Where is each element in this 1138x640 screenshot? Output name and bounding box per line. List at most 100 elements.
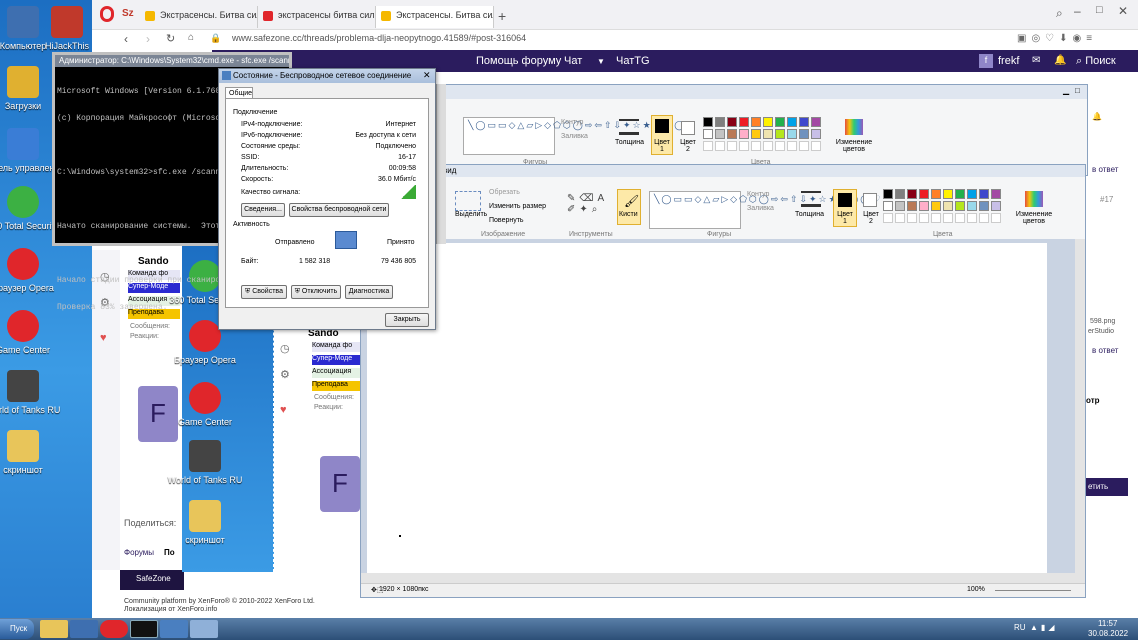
color-swatch[interactable] xyxy=(715,129,725,139)
empty-color-swatch[interactable] xyxy=(955,213,965,223)
color-palette[interactable] xyxy=(703,117,833,153)
color-swatch[interactable] xyxy=(895,201,905,211)
footer-brand[interactable]: SafeZone xyxy=(136,574,171,583)
desktop-icon-screenshot[interactable]: скриншот xyxy=(0,430,66,475)
toolbar-icons[interactable]: ▣◎♡⬇◉≡ xyxy=(1017,33,1097,44)
select-label[interactable]: Выделить xyxy=(455,211,487,218)
new-tab-button[interactable]: + xyxy=(498,8,506,24)
minimize-button[interactable]: ▁ xyxy=(1063,86,1069,95)
select-icon[interactable] xyxy=(455,191,481,211)
empty-color-swatch[interactable] xyxy=(787,141,797,151)
color-swatch[interactable] xyxy=(787,129,797,139)
wireless-properties-button[interactable]: Свойства беспроводной сети xyxy=(289,203,389,217)
chevron-down-icon[interactable]: ▼ xyxy=(597,57,605,66)
empty-color-swatch[interactable] xyxy=(979,213,989,223)
crop-button[interactable]: Обрезать xyxy=(489,189,520,196)
desktop-icon-wot[interactable]: World of Tanks RU xyxy=(0,370,66,415)
edit-colors-label[interactable]: Изменение цветов xyxy=(1011,211,1057,225)
color-swatch[interactable] xyxy=(967,189,977,199)
color-swatch[interactable] xyxy=(799,117,809,127)
color-swatch[interactable] xyxy=(715,117,725,127)
brushes-button[interactable]: 🖌 xyxy=(617,189,641,225)
color2-swatch[interactable] xyxy=(863,193,877,207)
post-number[interactable]: #17 xyxy=(1100,195,1113,204)
tab-3[interactable]: Экстрасенсы. Битва сил xyxy=(376,6,494,28)
thickness-icon[interactable] xyxy=(801,191,821,207)
empty-color-swatch[interactable] xyxy=(775,141,785,151)
color-swatch[interactable] xyxy=(931,189,941,199)
color-swatch[interactable] xyxy=(895,189,905,199)
color-swatch[interactable] xyxy=(763,117,773,127)
horizontal-scrollbar[interactable] xyxy=(361,573,1085,583)
minimize-button[interactable]: – xyxy=(1074,4,1081,18)
disconnect-button[interactable]: ⛨ Отключить xyxy=(291,285,341,299)
color-swatch[interactable] xyxy=(751,117,761,127)
empty-color-swatch[interactable] xyxy=(943,213,953,223)
paint-icon[interactable] xyxy=(190,620,218,638)
empty-color-swatch[interactable] xyxy=(883,213,893,223)
close-button[interactable]: Закрыть xyxy=(385,313,429,327)
color-swatch[interactable] xyxy=(907,189,917,199)
forward-icon[interactable]: › xyxy=(146,32,150,46)
contour-label[interactable]: Контур xyxy=(561,119,583,126)
empty-color-swatch[interactable] xyxy=(739,141,749,151)
vertical-scrollbar[interactable] xyxy=(1075,239,1085,573)
media-icon[interactable] xyxy=(70,620,98,638)
shapes-gallery[interactable]: ╲◯▭▭◇△▱▷◇⬠⬡◯⇨⇦⇧⇩✦☆★◻◯◯♡ xyxy=(649,191,880,229)
color-swatch[interactable] xyxy=(991,201,1001,211)
empty-color-swatch[interactable] xyxy=(763,141,773,151)
nav-chat[interactable]: Чат xyxy=(564,55,582,67)
reload-icon[interactable]: ↻ xyxy=(166,32,175,45)
color-swatch[interactable] xyxy=(811,129,821,139)
empty-color-swatch[interactable] xyxy=(799,141,809,151)
empty-color-swatch[interactable] xyxy=(919,213,929,223)
color-swatch[interactable] xyxy=(763,129,773,139)
safezone-pinned-icon[interactable]: Sz xyxy=(122,8,134,19)
color-swatch[interactable] xyxy=(787,117,797,127)
desktop-icon-game-center[interactable]: Game Center xyxy=(162,382,248,427)
opera-menu-icon[interactable] xyxy=(100,6,114,22)
url-field[interactable]: www.safezone.cc/threads/problema-dlja-ne… xyxy=(232,33,526,43)
color-swatch[interactable] xyxy=(703,129,713,139)
bell-icon[interactable]: 🔔 xyxy=(1054,55,1066,66)
fill-label[interactable]: Заливка xyxy=(747,205,774,212)
opera-icon[interactable] xyxy=(100,620,128,638)
tab-2[interactable]: экстрасенсы битва сильне xyxy=(258,6,376,28)
color-swatch[interactable] xyxy=(703,117,713,127)
breadcrumb-current[interactable]: По xyxy=(164,548,175,557)
empty-color-swatch[interactable] xyxy=(895,213,905,223)
empty-color-swatch[interactable] xyxy=(715,141,725,151)
maximize-button[interactable]: □ xyxy=(1096,4,1103,16)
zoom-slider[interactable] xyxy=(995,590,1071,591)
avatar[interactable]: f xyxy=(979,54,993,68)
thickness-label[interactable]: Толщина xyxy=(795,211,824,218)
breadcrumb[interactable]: Форумы xyxy=(124,548,154,557)
properties-button[interactable]: ⛨ Свойства xyxy=(241,285,287,299)
edit-colors-icon[interactable] xyxy=(1025,191,1043,207)
color-swatch[interactable] xyxy=(775,117,785,127)
color-swatch[interactable] xyxy=(919,189,929,199)
cmd-scrollbar[interactable] xyxy=(436,84,446,244)
color-palette[interactable] xyxy=(883,189,1013,225)
thickness-icon[interactable] xyxy=(619,119,639,135)
color-swatch[interactable] xyxy=(727,129,737,139)
fill-label[interactable]: Заливка xyxy=(561,133,588,140)
color-swatch[interactable] xyxy=(883,189,893,199)
footer-link[interactable]: ная xyxy=(1102,574,1115,583)
color-swatch[interactable] xyxy=(919,201,929,211)
empty-color-swatch[interactable] xyxy=(811,141,821,151)
color2-swatch[interactable] xyxy=(681,121,695,135)
network-icon[interactable] xyxy=(160,620,188,638)
user-name[interactable]: frekf xyxy=(998,55,1019,67)
color-swatch[interactable] xyxy=(907,201,917,211)
color-swatch[interactable] xyxy=(955,201,965,211)
details-button[interactable]: Сведения... xyxy=(241,203,285,217)
color-swatch[interactable] xyxy=(775,129,785,139)
start-button[interactable]: Пуск xyxy=(0,619,34,639)
empty-color-swatch[interactable] xyxy=(727,141,737,151)
search-tabs-icon[interactable]: ⌕ xyxy=(1056,6,1063,21)
language-indicator[interactable]: RU xyxy=(1014,623,1026,632)
close-button[interactable]: ✕ xyxy=(1118,4,1128,18)
tools-icons[interactable]: ✎⌫A ✐✦⌕ xyxy=(567,193,608,215)
reply-button[interactable]: етить xyxy=(1080,478,1128,496)
